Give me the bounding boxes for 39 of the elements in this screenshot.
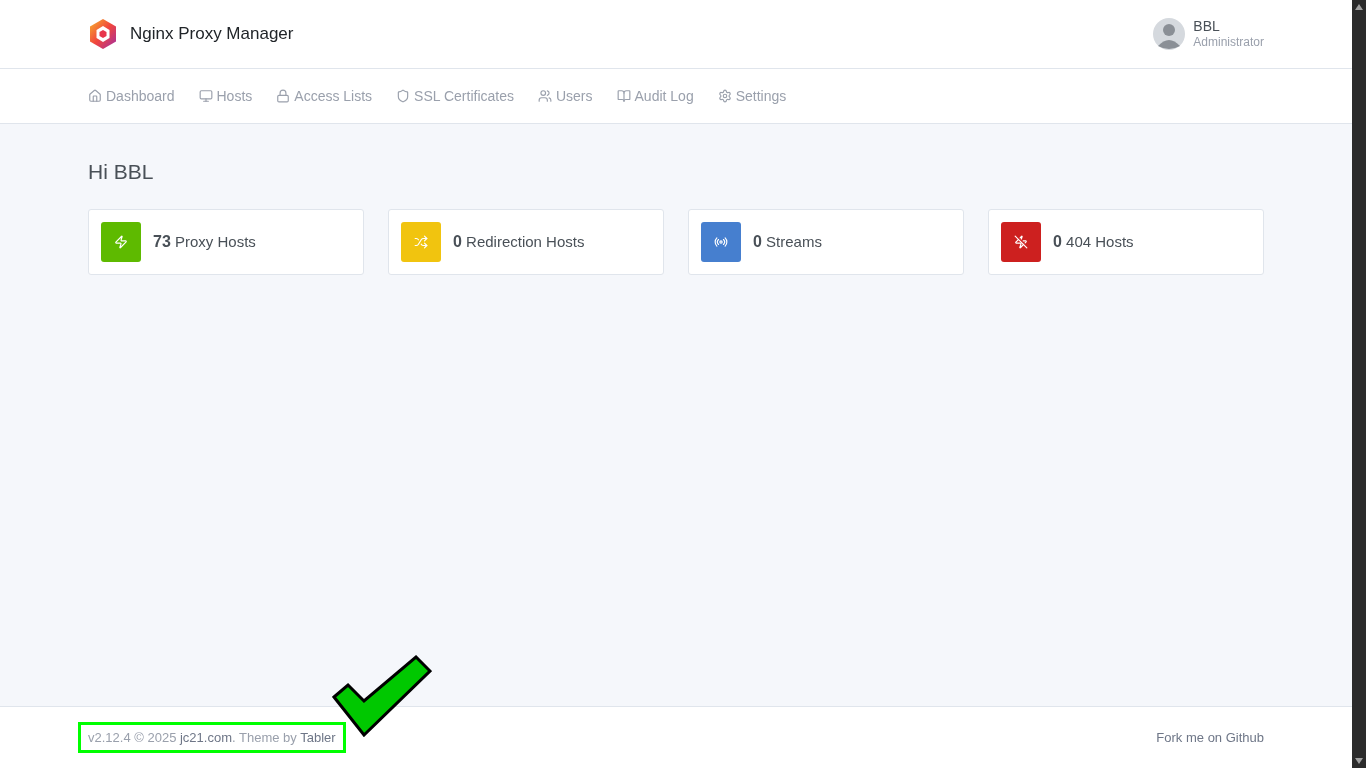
greeting-heading: Hi BBL [88,159,155,185]
monitor-icon [198,89,213,103]
nav-link[interactable]: Audit Log [616,85,694,107]
stat-card[interactable]: 0 Streams [688,208,964,275]
jc21-link[interactable]: jc21.com [180,729,232,745]
stat-label: 73 Proxy Hosts [153,231,256,252]
scroll-up-icon[interactable] [1355,4,1363,10]
stat-label: 0 Redirection Hosts [453,231,585,252]
nav-link[interactable]: SSL Certificates [396,85,514,107]
stat-label: 0 404 Hosts [1053,231,1134,252]
broadcast-icon [714,234,728,249]
shield-icon [396,89,411,103]
book-icon [616,89,631,103]
stat-label: 0 Streams [753,231,822,252]
lock-icon [276,89,291,103]
nav-link[interactable]: Access Lists [276,85,373,107]
avatar[interactable] [1153,18,1186,50]
shuffle-icon [414,234,428,249]
home-icon [88,89,102,103]
github-link[interactable]: Fork me on Github [1156,727,1264,748]
stat-card[interactable]: 0 Redirection Hosts [388,208,664,275]
user-role: Administrator [1193,35,1264,51]
tabler-link[interactable]: Tabler [300,729,336,745]
user-name: BBL [1193,17,1221,36]
nav-link[interactable]: Hosts [198,85,253,107]
logo-icon [88,18,118,50]
footer-credits: v2.12.4 © 2025 jc21.com. Theme by Tabler [88,728,336,747]
nav-link[interactable]: Dashboard [88,85,175,107]
scroll-down-icon[interactable] [1355,758,1363,764]
lightning-icon [114,234,128,249]
lightning-off-icon [1014,234,1028,249]
settings-icon [717,89,732,103]
nav-link[interactable]: Settings [717,85,787,107]
stat-card[interactable]: 73 Proxy Hosts [88,208,364,275]
nav-link[interactable]: Users [537,85,593,107]
users-icon [537,89,552,103]
brand-title[interactable]: Nginx Proxy Manager [130,21,294,47]
stat-card[interactable]: 0 404 Hosts [988,208,1264,275]
scrollbar[interactable] [1352,0,1366,768]
